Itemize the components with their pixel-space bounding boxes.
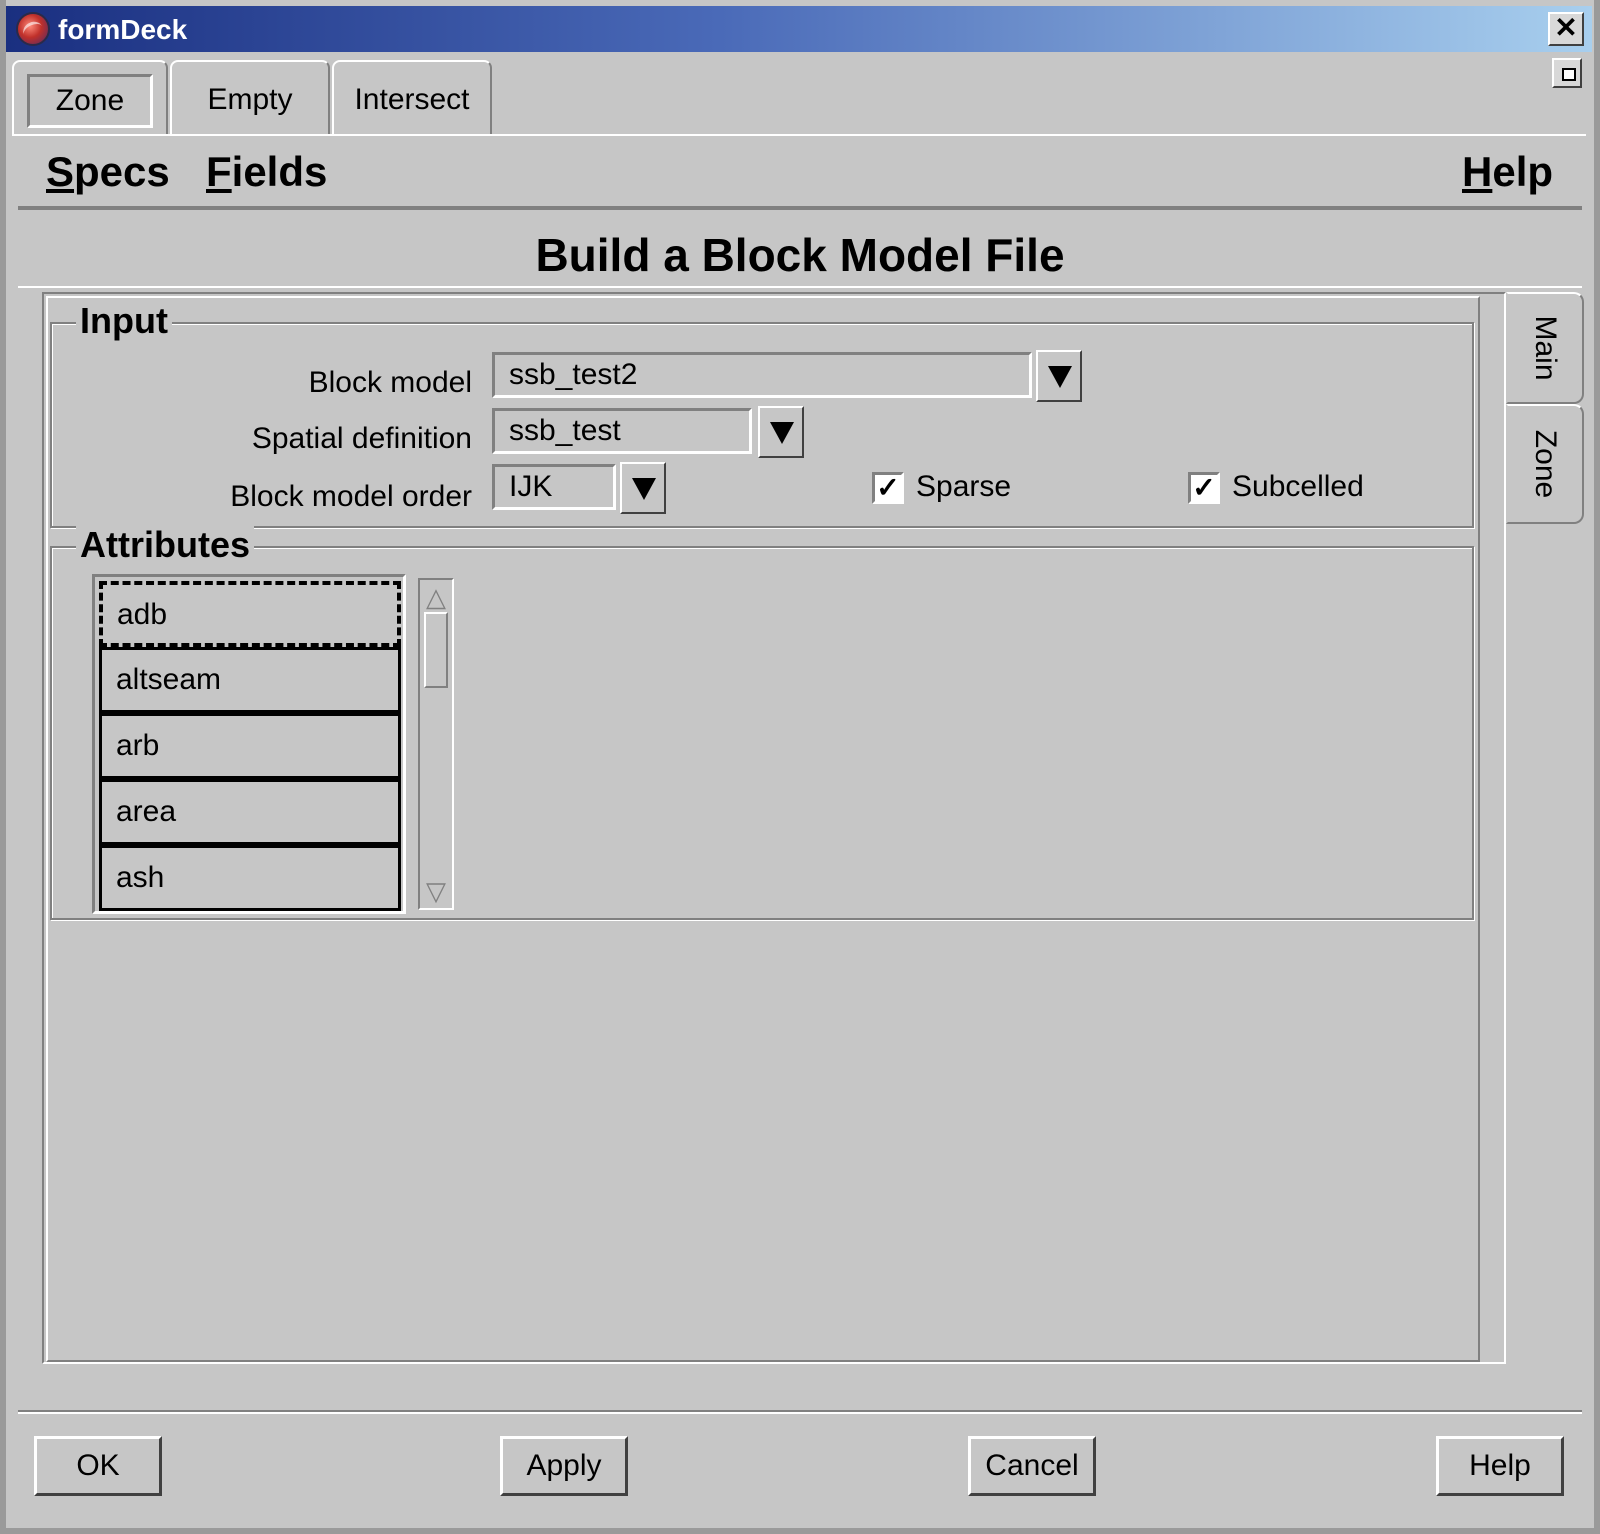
sparse-checkbox[interactable]: ✓	[872, 472, 904, 504]
tab-empty-label: Empty	[207, 83, 293, 116]
tab-empty[interactable]: Empty	[170, 60, 330, 136]
tab-intersect[interactable]: Intersect	[332, 60, 492, 136]
subcelled-label: Subcelled	[1232, 470, 1364, 503]
list-item[interactable]: adb	[99, 581, 401, 647]
tab-intersect-label: Intersect	[354, 83, 470, 116]
menu-fields[interactable]: Fields	[206, 148, 327, 196]
list-item[interactable]: arb	[99, 713, 401, 779]
ok-button[interactable]: OK	[34, 1436, 162, 1496]
close-button[interactable]: ✕	[1548, 12, 1584, 46]
side-tab-zone-label: Zone	[1529, 429, 1562, 499]
menu-fields-mnemonic: F	[206, 148, 232, 195]
detach-button[interactable]	[1552, 58, 1582, 88]
scroll-down-icon[interactable]: ▽	[420, 876, 452, 906]
tab-strip-divider	[12, 134, 1586, 136]
attributes-list[interactable]: adb altseam arb area ash	[92, 574, 406, 914]
tab-zone-label: Zone	[26, 74, 154, 128]
close-icon: ✕	[1554, 12, 1578, 43]
menu-bar: Specs Fields Help	[18, 138, 1582, 210]
menu-specs[interactable]: Specs	[46, 148, 170, 196]
menu-specs-mnemonic: S	[46, 148, 75, 195]
help-button[interactable]: Help	[1436, 1436, 1564, 1496]
block-model-order-label: Block model order	[230, 480, 472, 513]
menu-fields-label: ields	[231, 148, 328, 195]
app-logo-icon	[16, 12, 50, 46]
spatial-definition-field[interactable]: ssb_test	[492, 408, 752, 454]
input-group-title: Input	[76, 300, 172, 342]
attributes-group-title: Attributes	[76, 524, 254, 566]
bottom-divider	[18, 1410, 1582, 1412]
block-model-field[interactable]: ssb_test2	[492, 352, 1032, 398]
title-bar[interactable]: formDeck ✕	[6, 6, 1592, 52]
list-item[interactable]: area	[99, 779, 401, 845]
menu-help[interactable]: Help	[1462, 148, 1553, 196]
list-item[interactable]: altseam	[99, 647, 401, 713]
sparse-label: Sparse	[916, 470, 1012, 503]
title-divider	[18, 286, 1582, 288]
side-tab-main[interactable]: Main	[1506, 292, 1584, 404]
spatial-definition-dropdown-button[interactable]	[758, 406, 804, 458]
page-title: Build a Block Model File	[535, 229, 1065, 281]
spatial-definition-label: Spatial definition	[251, 422, 472, 455]
side-tab-main-label: Main	[1529, 315, 1562, 381]
window-icon	[1562, 68, 1576, 81]
menu-specs-label: pecs	[74, 148, 170, 195]
side-tab-zone[interactable]: Zone	[1506, 404, 1584, 524]
cancel-button[interactable]: Cancel	[968, 1436, 1096, 1496]
block-model-label: Block model	[308, 366, 472, 399]
checkmark-icon: ✓	[876, 472, 900, 503]
menu-help-mnemonic: H	[1462, 148, 1493, 195]
block-model-order-field[interactable]: IJK	[492, 464, 616, 510]
window-title: formDeck	[58, 14, 188, 45]
apply-button[interactable]: Apply	[500, 1436, 628, 1496]
block-model-order-dropdown-button[interactable]	[620, 462, 666, 514]
block-model-dropdown-button[interactable]	[1036, 350, 1082, 402]
list-item[interactable]: ash	[99, 845, 401, 911]
scroll-thumb[interactable]	[424, 612, 448, 688]
scroll-up-icon[interactable]: △	[420, 582, 452, 612]
menu-help-label: elp	[1492, 148, 1554, 195]
subcelled-checkbox[interactable]: ✓	[1188, 472, 1220, 504]
checkmark-icon: ✓	[1192, 472, 1216, 503]
tab-zone[interactable]: Zone	[12, 60, 168, 136]
